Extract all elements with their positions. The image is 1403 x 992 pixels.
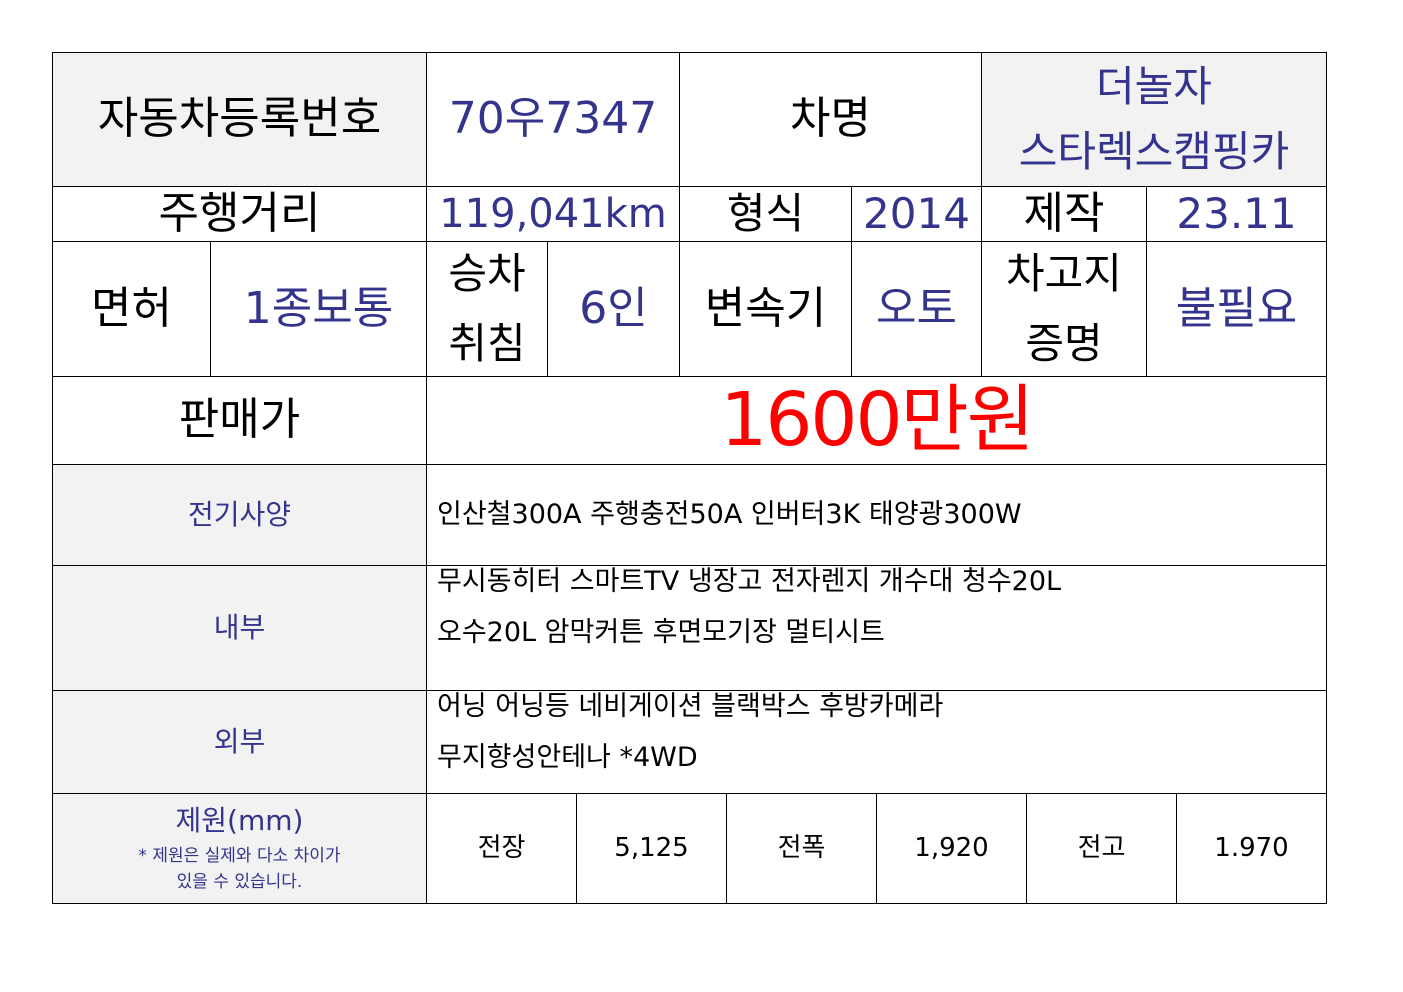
electric-label: 전기사양 (52, 464, 427, 566)
car-name-line1: 더놀자 (1096, 62, 1212, 112)
interior-line1: 무시동히터 스마트TV 냉장고 전자렌지 개수대 청수20L (437, 566, 1062, 597)
garage-label: 차고지 증명 (981, 241, 1147, 377)
dimensions-note-line1: * 제원은 실제와 다소 차이가 (138, 846, 341, 867)
width-label: 전폭 (726, 793, 877, 904)
exterior-value: 어닝 어닝등 네비게이션 블랙박스 후방카메라 무지향성안테나 *4WD (426, 690, 1327, 794)
garage-value: 불필요 (1146, 241, 1327, 377)
seats-label-line2: 취침 (448, 319, 526, 368)
car-name-value: 더놀자 스타렉스캠핑카 (981, 52, 1327, 187)
exterior-label: 외부 (52, 690, 427, 794)
exterior-line1: 어닝 어닝등 네비게이션 블랙박스 후방카메라 (437, 691, 944, 722)
mileage-label: 주행거리 (52, 186, 427, 242)
exterior-line2: 무지향성안테나 *4WD (437, 742, 698, 774)
garage-label-line1: 차고지 (1006, 248, 1122, 298)
made-value: 23.11 (1146, 186, 1327, 242)
dimensions-title: 제원(mm) (175, 803, 304, 837)
height-label: 전고 (1026, 793, 1177, 904)
interior-value: 무시동히터 스마트TV 냉장고 전자렌지 개수대 청수20L 오수20L 암막커… (426, 565, 1327, 691)
made-label: 제작 (981, 186, 1147, 242)
reg-number-label: 자동차등록번호 (52, 52, 427, 187)
mileage-value: 119,041km (426, 186, 680, 242)
length-label: 전장 (426, 793, 577, 904)
garage-label-line2: 증명 (1025, 319, 1103, 368)
type-value: 2014 (851, 186, 982, 242)
transmission-label: 변속기 (679, 241, 852, 377)
price-value: 1600만원 (426, 376, 1327, 465)
license-value: 1종보통 (210, 241, 427, 377)
dimensions-label: 제원(mm) * 제원은 실제와 다소 차이가 있을 수 있습니다. (52, 793, 427, 904)
car-name-label: 차명 (679, 52, 982, 187)
dimensions-note-line2: 있을 수 있습니다. (176, 871, 303, 892)
transmission-value: 오토 (851, 241, 982, 377)
price-label: 판매가 (52, 376, 427, 465)
seats-label-line1: 승차 (448, 248, 526, 298)
type-label: 형식 (679, 186, 852, 242)
interior-line2: 오수20L 암막커튼 후면모기장 멀티시트 (437, 617, 885, 649)
seats-value: 6인 (547, 241, 680, 377)
car-name-line2: 스타렉스캠핑카 (1018, 126, 1290, 176)
seats-label: 승차 취침 (426, 241, 548, 377)
interior-label: 내부 (52, 565, 427, 691)
reg-number-value: 70우7347 (426, 52, 680, 187)
electric-value: 인산철300A 주행충전50A 인버터3K 태양광300W (426, 464, 1327, 566)
width-value: 1,920 (876, 793, 1027, 904)
height-value: 1.970 (1176, 793, 1327, 904)
length-value: 5,125 (576, 793, 727, 904)
license-label: 면허 (52, 241, 211, 377)
